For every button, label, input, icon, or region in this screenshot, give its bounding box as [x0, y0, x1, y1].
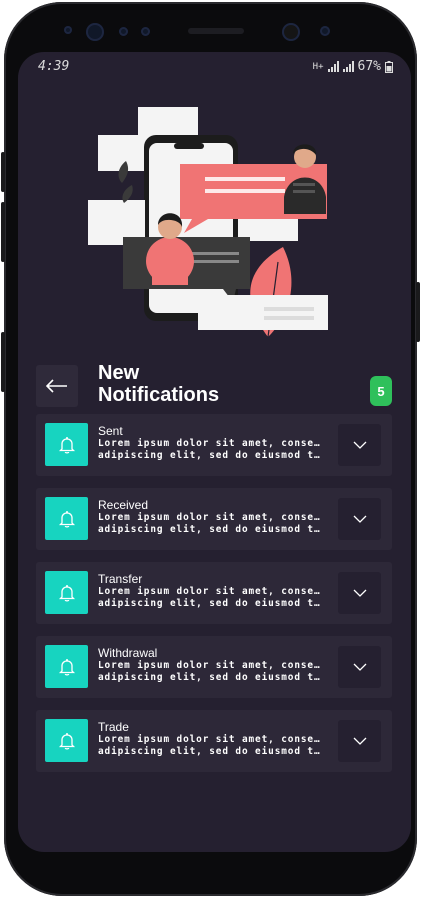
bell-icon: [45, 423, 88, 466]
notification-text: Lorem ipsum dolor sit amet, consectetura…: [98, 734, 320, 757]
notification-item[interactable]: Received Lorem ipsum dolor sit amet, con…: [36, 488, 392, 550]
notification-text: Lorem ipsum dolor sit amet, consectetura…: [98, 438, 320, 461]
notification-item[interactable]: Trade Lorem ipsum dolor sit amet, consec…: [36, 710, 392, 772]
chevron-down-icon: [353, 589, 366, 597]
arrow-left-icon: [46, 379, 67, 393]
status-icons: H+ 67%: [313, 59, 393, 74]
notification-item[interactable]: Withdrawal Lorem ipsum dolor sit amet, c…: [36, 636, 392, 698]
phone-frame: 4:39 H+ 67% New Notifications 5 Sent Lor…: [1, 2, 420, 896]
back-button[interactable]: [36, 365, 78, 407]
notification-item[interactable]: Transfer Lorem ipsum dolor sit amet, con…: [36, 562, 392, 624]
notification-text: Lorem ipsum dolor sit amet, consectetura…: [98, 512, 320, 535]
bell-icon: [45, 571, 88, 614]
title-line-1: New: [98, 362, 140, 384]
sensor: [141, 27, 150, 36]
notification-list: Sent Lorem ipsum dolor sit amet, consect…: [36, 414, 392, 784]
expand-button[interactable]: [338, 572, 381, 614]
chevron-down-icon: [353, 663, 366, 671]
chevron-down-icon: [353, 515, 366, 523]
page-title: New Notifications: [98, 362, 219, 406]
chevron-down-icon: [353, 441, 366, 449]
earpiece-speaker: [188, 28, 244, 34]
notification-count-badge: 5: [370, 376, 392, 406]
bell-icon: [45, 497, 88, 540]
battery-icon: [385, 60, 393, 73]
app-screen: 4:39 H+ 67% New Notifications 5 Sent Lor…: [18, 52, 411, 852]
sensor: [320, 26, 330, 36]
bell-icon: [45, 645, 88, 688]
notification-title: Sent: [98, 424, 123, 438]
status-bar: 4:39 H+ 67%: [18, 52, 411, 82]
clock: 4:39: [38, 59, 70, 74]
volume-button: [1, 152, 5, 192]
notification-title: Trade: [98, 720, 129, 734]
battery-level: 67%: [357, 59, 381, 74]
notification-text: Lorem ipsum dolor sit amet, consectetura…: [98, 660, 320, 683]
notification-title: Received: [98, 498, 149, 512]
volume-button: [1, 202, 5, 262]
expand-button[interactable]: [338, 720, 381, 762]
expand-button[interactable]: [338, 424, 381, 466]
notification-text: Lorem ipsum dolor sit amet, consectetura…: [98, 586, 320, 609]
front-camera: [282, 23, 300, 41]
messaging-illustration: [88, 107, 328, 338]
notifications-header: New Notifications 5: [36, 362, 396, 409]
notification-item[interactable]: Sent Lorem ipsum dolor sit amet, consect…: [36, 414, 392, 476]
bell-icon: [45, 719, 88, 762]
power-button: [416, 282, 420, 342]
iris-sensor: [86, 23, 104, 41]
expand-button[interactable]: [338, 498, 381, 540]
expand-button[interactable]: [338, 646, 381, 688]
signal-icon: [342, 61, 354, 72]
bixby-button: [1, 332, 5, 392]
network-type: H+: [312, 61, 324, 72]
chevron-down-icon: [353, 737, 366, 745]
sensor: [64, 26, 72, 34]
notification-title: Transfer: [98, 572, 143, 586]
title-line-2: Notifications: [98, 384, 220, 406]
signal-icon: [327, 61, 339, 72]
notification-title: Withdrawal: [98, 646, 158, 660]
sensor: [119, 27, 128, 36]
